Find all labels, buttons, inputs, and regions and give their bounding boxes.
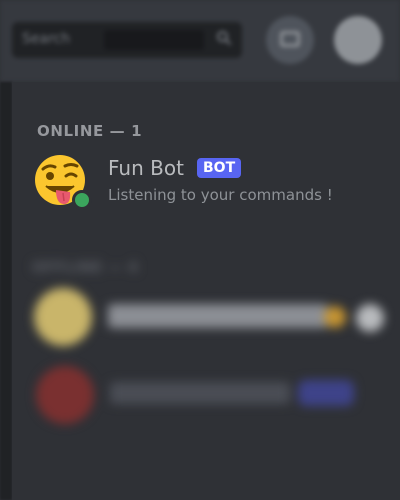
member-status-text: Listening to your commands !: [108, 186, 333, 204]
search-input[interactable]: Search: [12, 22, 242, 58]
online-section-header: ONLINE — 1: [37, 122, 143, 140]
bot-badge: BOT: [197, 158, 242, 178]
search-redaction: [104, 30, 204, 50]
member-item-fun-bot[interactable]: Fun Bot BOT Listening to your commands !: [34, 150, 384, 214]
offline-section-header: OFFLINE — 4: [32, 260, 139, 276]
avatar[interactable]: [34, 288, 92, 346]
offline-section-blurred: OFFLINE — 4: [12, 242, 400, 500]
help-button[interactable]: [334, 16, 382, 64]
member-list-screen: Search ONLINE — 1 Fun Bot BOT Listening …: [0, 0, 400, 500]
avatar[interactable]: [34, 154, 92, 210]
inbox-icon: [280, 31, 300, 47]
inbox-button[interactable]: [266, 16, 314, 64]
bot-badge: [298, 380, 354, 406]
search-icon: [217, 31, 232, 46]
member-name: Fun Bot: [108, 156, 184, 180]
status-indicator-icon: [356, 304, 384, 332]
custom-status-emoji-icon: [324, 306, 346, 328]
member-name-redacted: [108, 304, 328, 328]
member-list: ONLINE — 1 Fun Bot BOT Listening to your…: [12, 82, 400, 500]
top-bar: Search: [0, 0, 400, 82]
member-name-redacted: [110, 382, 290, 404]
online-status-indicator: [72, 190, 92, 210]
search-placeholder: Search: [22, 31, 71, 47]
avatar[interactable]: [36, 366, 94, 424]
left-sidebar-edge: [0, 82, 12, 500]
